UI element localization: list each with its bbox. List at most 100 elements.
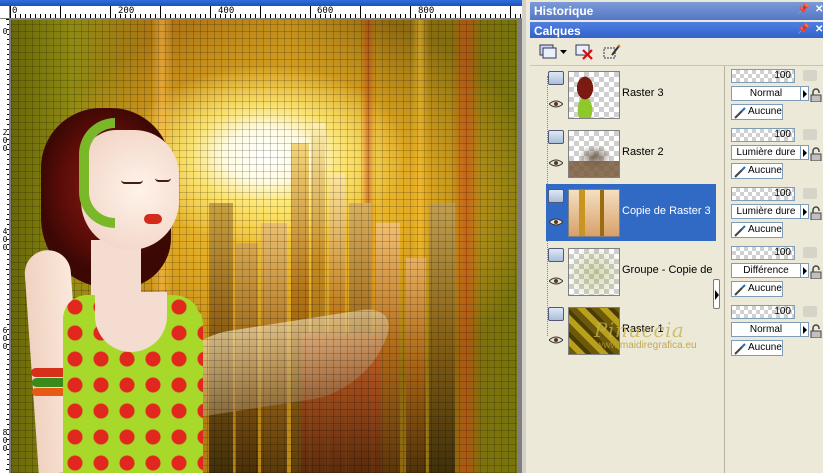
mask-select[interactable]: Aucune bbox=[731, 104, 783, 120]
ruler-tick bbox=[445, 14, 446, 18]
image-canvas-area[interactable]: 0 200 400 600 800 0 200 400 600 800 bbox=[0, 0, 522, 473]
pin-icon[interactable]: 📌 bbox=[797, 4, 809, 16]
eye-icon[interactable] bbox=[549, 159, 563, 167]
delete-layer-icon bbox=[575, 44, 593, 60]
blend-mode-arrow-icon[interactable] bbox=[801, 145, 809, 160]
ruler-tick bbox=[310, 6, 311, 18]
layer-row[interactable]: Groupe - Copie de Ras bbox=[546, 243, 716, 300]
close-icon[interactable]: ✕ bbox=[815, 24, 823, 36]
opacity-slider[interactable]: 100 bbox=[731, 305, 795, 319]
blend-mode-arrow-icon[interactable] bbox=[801, 263, 809, 278]
eye-icon[interactable] bbox=[549, 277, 563, 285]
gold-streak-thumbnail[interactable] bbox=[568, 189, 620, 237]
mask-label: Aucune bbox=[748, 106, 782, 117]
close-icon[interactable]: ✕ bbox=[815, 4, 823, 16]
pin-icon[interactable]: 📌 bbox=[797, 24, 809, 36]
city-thumbnail[interactable] bbox=[568, 130, 620, 178]
opacity-slider[interactable]: 100 bbox=[731, 187, 795, 201]
historique-title: Historique bbox=[534, 4, 594, 18]
layer-group-toggle-icon[interactable] bbox=[548, 71, 564, 85]
opacity-arrow-icon[interactable] bbox=[803, 306, 817, 317]
mask-select[interactable]: Aucune bbox=[731, 340, 783, 356]
eye-icon[interactable] bbox=[549, 336, 563, 344]
layer-name[interactable]: Raster 3 bbox=[622, 87, 716, 99]
ruler-tick bbox=[315, 14, 316, 18]
edit-selection-button[interactable] bbox=[602, 42, 622, 62]
ruler-tick bbox=[140, 14, 141, 18]
opacity-arrow-icon[interactable] bbox=[803, 70, 817, 81]
panel-splitter-handle[interactable] bbox=[713, 279, 720, 309]
ruler-tick bbox=[420, 14, 421, 18]
ruler-tick bbox=[7, 89, 9, 90]
layer-group-toggle-icon[interactable] bbox=[548, 189, 564, 203]
opacity-slider[interactable]: 100 bbox=[731, 246, 795, 260]
blend-mode-arrow-icon[interactable] bbox=[801, 322, 809, 337]
ruler-tick bbox=[510, 6, 511, 18]
layer-row[interactable]: Raster 3 bbox=[546, 66, 716, 123]
blend-mode-arrow-icon[interactable] bbox=[801, 204, 809, 219]
ruler-tick bbox=[7, 199, 9, 200]
ruler-tick bbox=[40, 14, 41, 18]
pattern-thumbnail[interactable] bbox=[568, 307, 620, 355]
ruler-tick bbox=[355, 14, 356, 18]
opacity-arrow-icon[interactable] bbox=[803, 129, 817, 140]
delete-layer-button[interactable] bbox=[574, 42, 594, 62]
ruler-tick bbox=[7, 154, 9, 155]
layer-name[interactable]: Raster 2 bbox=[622, 146, 716, 158]
new-layer-dropdown[interactable] bbox=[558, 42, 568, 62]
ruler-tick bbox=[7, 179, 9, 180]
ruler-tick bbox=[280, 14, 281, 18]
ruler-tick bbox=[225, 14, 226, 18]
lock-icon[interactable] bbox=[809, 88, 823, 102]
ruler-tick bbox=[7, 399, 9, 400]
blend-mode-arrow-icon[interactable] bbox=[801, 86, 809, 101]
layer-name[interactable]: Copie de Raster 3 bbox=[622, 205, 716, 217]
lock-icon[interactable] bbox=[809, 265, 823, 279]
eye-icon[interactable] bbox=[549, 218, 563, 226]
layer-row[interactable]: Copie de Raster 3 bbox=[546, 184, 716, 241]
blend-mode-select[interactable]: Normal bbox=[731, 322, 801, 337]
opacity-arrow-icon[interactable] bbox=[803, 188, 817, 199]
ruler-corner bbox=[0, 6, 10, 19]
eye-icon[interactable] bbox=[549, 100, 563, 108]
mask-select[interactable]: Aucune bbox=[731, 163, 783, 179]
blend-mode-select[interactable]: Différence bbox=[731, 263, 801, 278]
woman-thumbnail[interactable] bbox=[568, 71, 620, 119]
opacity-slider[interactable]: 100 bbox=[731, 69, 795, 83]
lock-icon[interactable] bbox=[809, 324, 823, 338]
opacity-slider[interactable]: 100 bbox=[731, 128, 795, 142]
ruler-tick bbox=[165, 14, 166, 18]
group-thumbnail[interactable] bbox=[568, 248, 620, 296]
blend-mode-select[interactable]: Normal bbox=[731, 86, 801, 101]
layer-properties: 100 Lumière dure Aucune bbox=[731, 127, 823, 184]
brush-icon bbox=[734, 343, 746, 355]
ruler-tick bbox=[340, 14, 341, 18]
blend-mode-select[interactable]: Lumière dure bbox=[731, 145, 801, 160]
ruler-tick bbox=[7, 344, 9, 345]
new-layer-button[interactable] bbox=[538, 42, 558, 62]
mask-select[interactable]: Aucune bbox=[731, 281, 783, 297]
ruler-tick bbox=[100, 14, 101, 18]
layer-row[interactable]: Raster 1 bbox=[546, 302, 716, 359]
layer-group-toggle-icon[interactable] bbox=[548, 307, 564, 321]
ruler-tick bbox=[7, 279, 9, 280]
layer-row[interactable]: Raster 2 bbox=[546, 125, 716, 182]
lock-icon[interactable] bbox=[809, 206, 823, 220]
layer-group-toggle-icon[interactable] bbox=[548, 248, 564, 262]
ruler-tick bbox=[385, 14, 386, 18]
layer-name[interactable]: Groupe - Copie de Ras bbox=[622, 264, 716, 276]
ruler-tick bbox=[7, 339, 9, 340]
mask-select[interactable]: Aucune bbox=[731, 222, 783, 238]
layer-name[interactable]: Raster 1 bbox=[622, 323, 716, 335]
layer-group-toggle-icon[interactable] bbox=[548, 130, 564, 144]
blend-mode-select[interactable]: Lumière dure bbox=[731, 204, 801, 219]
ruler-tick bbox=[265, 14, 266, 18]
ruler-tick bbox=[150, 14, 151, 18]
horizontal-ruler: 0 200 400 600 800 bbox=[10, 6, 522, 19]
ruler-tick bbox=[380, 14, 381, 18]
historique-palette-title[interactable]: Historique 📌 ✕ bbox=[530, 2, 823, 20]
lock-icon[interactable] bbox=[809, 147, 823, 161]
opacity-arrow-icon[interactable] bbox=[803, 247, 817, 258]
artwork-image[interactable] bbox=[11, 20, 517, 473]
layer-list[interactable]: Raster 3 Raster 2 Copie de Raster 3 Groupe … bbox=[542, 66, 720, 366]
